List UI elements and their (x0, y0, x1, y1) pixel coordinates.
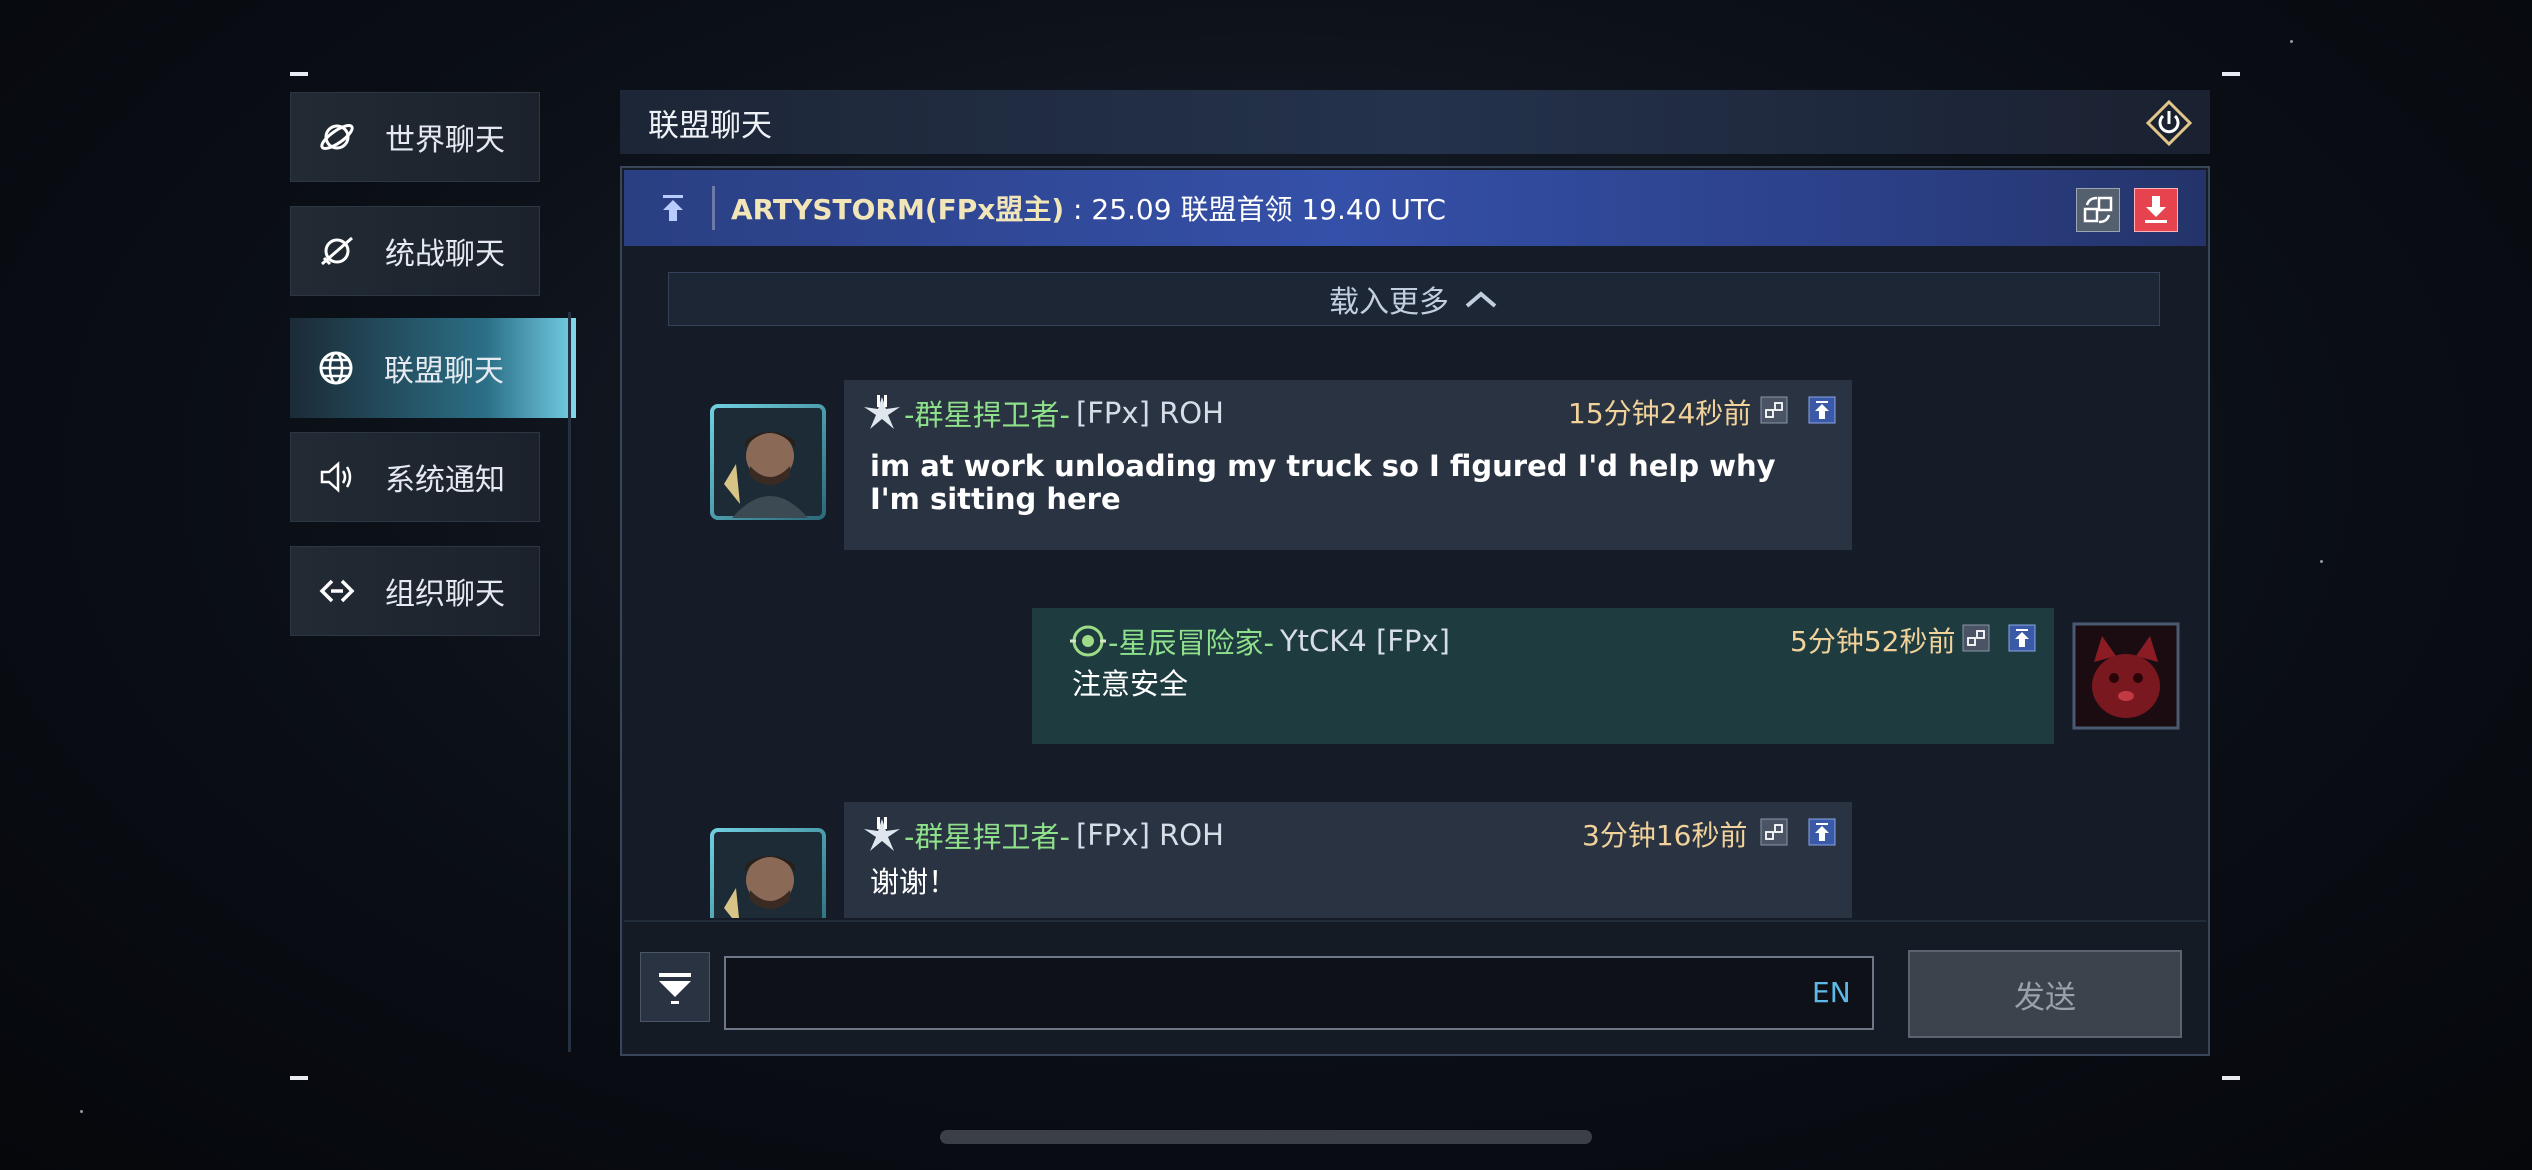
translate-icon (1760, 818, 1788, 846)
sidebar-item-alliance-chat[interactable]: 联盟聊天 (290, 318, 576, 418)
page-title: 联盟聊天 (648, 107, 772, 144)
home-indicator[interactable] (940, 1130, 1592, 1144)
load-more-button[interactable]: 载入更多 (668, 272, 2160, 326)
chat-input[interactable] (724, 956, 1874, 1030)
pinned-message-bar[interactable]: ARTYSTORM(FPx盟主) : 25.09 联盟首领 19.40 UTC (624, 170, 2206, 246)
pin-top-icon (2008, 624, 2036, 652)
expand-toolbar-button[interactable] (640, 952, 710, 1022)
avatar[interactable] (2072, 622, 2180, 730)
sender-rank: -群星捍卫者- (904, 398, 1070, 432)
message-time: 3分钟16秒前 (1582, 819, 1748, 852)
message-text: 注意安全 (1072, 667, 1189, 701)
sender-name: YtCK4 [FPx] (1279, 624, 1450, 658)
input-language-indicator[interactable]: EN (1812, 976, 1851, 1009)
pin-button[interactable] (1808, 818, 1836, 846)
star-decoration (80, 1110, 83, 1113)
message-time: 15分钟24秒前 (1568, 397, 1752, 430)
pin-top-icon (1808, 818, 1836, 846)
download-arrow-icon (2145, 196, 2167, 223)
sidebar-item-system-notice[interactable]: 系统通知 (290, 432, 540, 522)
sidebar-item-label: 组织聊天 (385, 577, 505, 612)
send-button[interactable]: 发送 (1908, 950, 2182, 1038)
message-composer: EN 发送 (624, 922, 2206, 1052)
unpin-button[interactable] (2134, 188, 2178, 232)
chevron-down-icon (659, 973, 691, 1004)
power-icon (2145, 99, 2193, 147)
translate-button[interactable] (1962, 624, 1990, 652)
load-more-label: 载入更多 (1329, 285, 1449, 320)
corner-mark (2222, 72, 2240, 76)
corner-mark (290, 72, 308, 76)
corner-mark (2222, 1076, 2240, 1080)
speaker-icon (317, 457, 357, 497)
message-header: -星辰冒险家- YtCK4 [FPx] (1068, 620, 1450, 662)
send-button-label: 发送 (2014, 979, 2076, 1016)
chat-message[interactable]: -群星捍卫者- [FPx] ROH 15分钟24秒前 im at work un… (844, 380, 1852, 550)
message-time: 5分钟52秒前 (1790, 625, 1956, 658)
chat-panel: ARTYSTORM(FPx盟主) : 25.09 联盟首领 19.40 UTC … (620, 166, 2210, 1056)
pin-separator (712, 186, 715, 230)
message-text: 谢谢！ (870, 865, 958, 899)
sidebar-item-label: 世界聊天 (385, 123, 505, 158)
message-header: -群星捍卫者- [FPx] ROH (860, 392, 1224, 434)
planet-icon (317, 117, 357, 157)
sidebar-item-label: 统战聊天 (385, 237, 505, 272)
pin-top-icon (1808, 396, 1836, 424)
sender-name: [FPx] ROH (1075, 396, 1224, 430)
translate-icon (1962, 624, 1990, 652)
sender-name: [FPx] ROH (1075, 818, 1224, 852)
pin-button[interactable] (1808, 396, 1836, 424)
translate-button[interactable] (1760, 818, 1788, 846)
pinned-author: ARTYSTORM(FPx盟主) (731, 193, 1065, 226)
avatar[interactable] (710, 404, 826, 520)
translate-icon (1760, 396, 1788, 424)
sidebar-item-org-chat[interactable]: 组织聊天 (290, 546, 540, 636)
message-header: -群星捍卫者- [FPx] ROH (860, 814, 1224, 856)
sender-rank: -星辰冒险家- (1108, 626, 1274, 660)
rank-medal-icon (864, 817, 900, 851)
rank-badge-icon (1070, 625, 1106, 657)
planet-sword-icon (317, 231, 357, 271)
link-diamond-icon (317, 571, 357, 611)
sidebar-divider (568, 312, 571, 1052)
message-text: im at work unloading my truck so I figur… (870, 449, 1776, 516)
sender-rank: -群星捍卫者- (904, 820, 1070, 854)
pin-top-icon (656, 191, 690, 225)
avatar[interactable] (710, 828, 826, 918)
translate-button[interactable] (1760, 396, 1788, 424)
sidebar-item-battle-chat[interactable]: 统战聊天 (290, 206, 540, 296)
chevron-up-icon (1465, 291, 1497, 308)
star-decoration (2290, 40, 2293, 43)
sidebar-item-label: 联盟聊天 (384, 354, 504, 389)
star-decoration (2320, 560, 2323, 563)
translate-button[interactable] (2076, 188, 2120, 232)
chat-message[interactable]: -星辰冒险家- YtCK4 [FPx] 5分钟52秒前 注意安全 (1032, 608, 2054, 744)
globe-icon (316, 348, 356, 388)
close-button[interactable] (2144, 98, 2194, 148)
panel-header: 联盟聊天 (620, 90, 2210, 154)
chat-message[interactable]: -群星捍卫者- [FPx] ROH 3分钟16秒前 谢谢！ (844, 802, 1852, 918)
rank-medal-icon (864, 395, 900, 429)
corner-mark (290, 1076, 308, 1080)
sidebar-item-world-chat[interactable]: 世界聊天 (290, 92, 540, 182)
sidebar-item-label: 系统通知 (385, 463, 505, 498)
pinned-message-text: ARTYSTORM(FPx盟主) : 25.09 联盟首领 19.40 UTC (731, 188, 1446, 228)
pinned-content: : 25.09 联盟首领 19.40 UTC (1064, 193, 1446, 226)
pin-button[interactable] (2008, 624, 2036, 652)
translate-icon (2083, 196, 2113, 224)
